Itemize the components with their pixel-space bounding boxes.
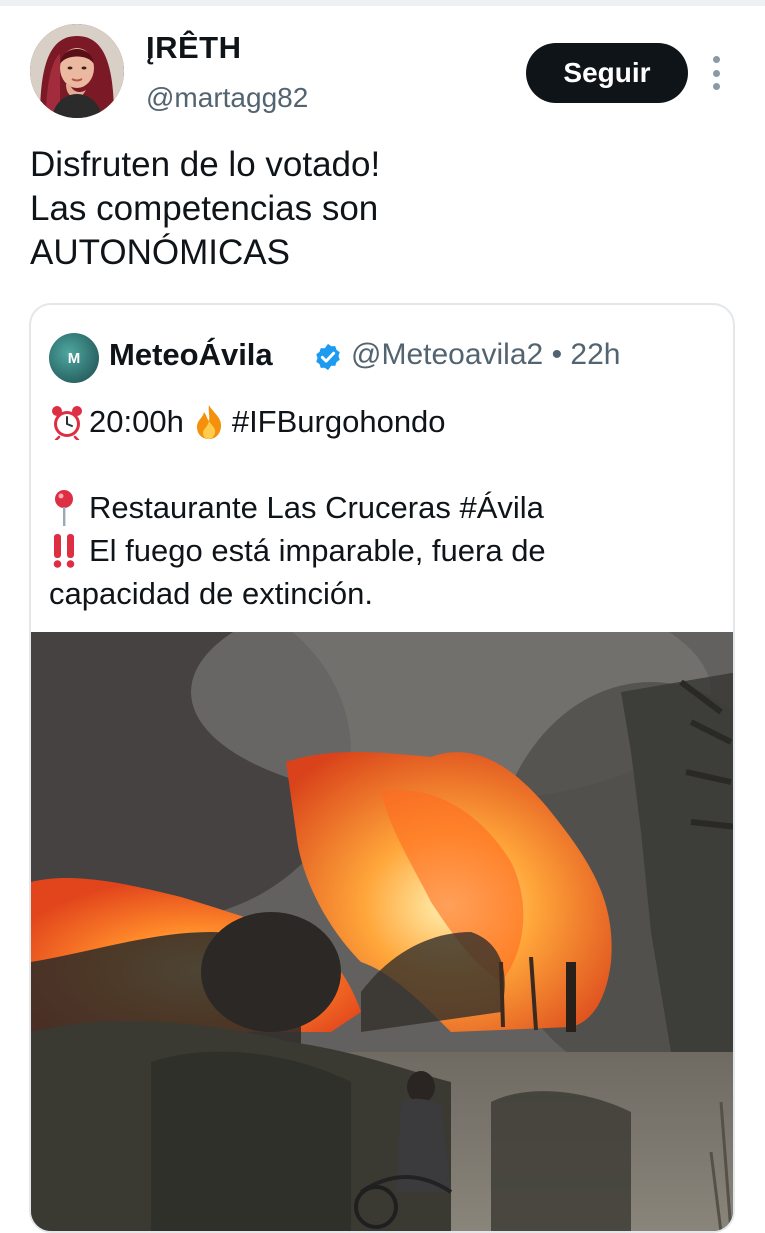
tweet-text: Disfruten de lo votado! Las competencias…: [30, 143, 730, 275]
quoted-meta: @Meteoavila2 • 22h: [351, 338, 620, 372]
quoted-timestamp[interactable]: 22h: [570, 338, 620, 371]
round-pushpin-icon: [55, 489, 73, 526]
tweet-line: AUTONÓMICAS: [30, 233, 290, 272]
quoted-line-2: Restaurante Las Cruceras #Ávila: [49, 486, 729, 529]
follow-button[interactable]: Seguir: [526, 43, 688, 103]
quoted-author-handle[interactable]: @Meteoavila2: [351, 338, 543, 371]
quoted-line-3: El fuego está imparable, fuera de: [49, 529, 729, 572]
more-vertical-icon[interactable]: [706, 56, 726, 90]
quoted-line-4: capacidad de extinción.: [49, 572, 729, 615]
alert-text: El fuego está imparable, fuera de: [89, 533, 546, 568]
avatar-letter: M: [67, 349, 81, 367]
author-display-name[interactable]: ĮRÊTH: [146, 30, 242, 66]
quoted-tweet-card[interactable]: M MeteoÁvila @Meteoavila2 • 22h 20:00h #: [29, 303, 735, 1233]
quoted-time-text: 20:00h: [89, 404, 184, 439]
double-exclamation-icon: [53, 533, 75, 568]
quoted-body: 20:00h #IFBurgohondo Restaurante Las Cru…: [49, 400, 729, 615]
tweet-line: Disfruten de lo votado!: [30, 145, 381, 184]
user-avatar-image: [30, 24, 124, 118]
location-text: Restaurante Las Cruceras #Ávila: [89, 490, 544, 525]
quoted-author-avatar[interactable]: M: [49, 333, 99, 383]
fire-icon: [196, 404, 221, 439]
meta-separator: •: [551, 338, 563, 371]
alarm-clock-icon: [52, 405, 82, 440]
fire-scene-drawing: [31, 632, 733, 1231]
wildfire-image[interactable]: [31, 632, 733, 1231]
author-handle[interactable]: @martagg82: [146, 82, 308, 114]
quoted-author-name[interactable]: MeteoÁvila: [109, 337, 273, 373]
hashtag-link[interactable]: #IFBurgohondo: [232, 400, 446, 443]
tweet-line: Las competencias son: [30, 189, 379, 228]
top-divider: [0, 0, 765, 6]
quoted-line-1: 20:00h #IFBurgohondo: [49, 400, 729, 443]
alert-text-continued: capacidad de extinción.: [49, 576, 374, 611]
verified-badge-icon: [316, 343, 340, 371]
author-avatar[interactable]: [30, 24, 124, 118]
